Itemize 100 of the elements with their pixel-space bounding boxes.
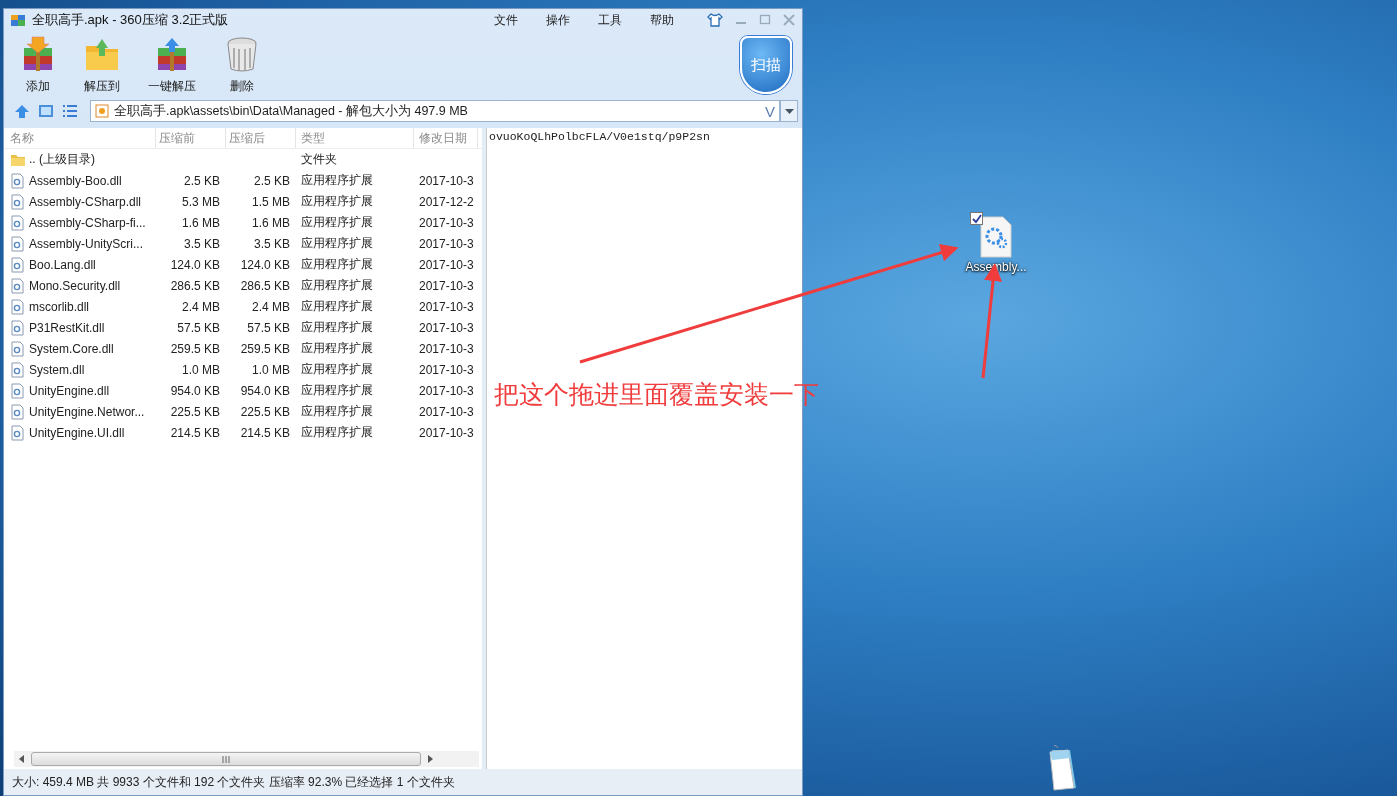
- status-bar: 大小: 459.4 MB 共 9933 个文件和 192 个文件夹 压缩率 92.3% 已经选择 1 个文件夹: [4, 769, 802, 795]
- file-row[interactable]: Assembly-CSharp.dll 5.3 MB 1.5 MB 应用程序扩展 2017-12-2: [4, 191, 482, 212]
- maximize-icon[interactable]: [758, 14, 772, 26]
- size-cell: 259.5 KB: [170, 341, 220, 356]
- up-arrow-icon[interactable]: [14, 103, 30, 119]
- menu-item[interactable]: 工具: [598, 11, 622, 29]
- size-cell: 1.5 MB: [252, 194, 290, 209]
- file-row[interactable]: mscorlib.dll 2.4 MB 2.4 MB 应用程序扩展 2017-10-3: [4, 296, 482, 317]
- type-cell: 应用程序扩展: [301, 256, 373, 273]
- app-icon: [10, 12, 26, 28]
- file-icon: [10, 277, 26, 294]
- caret-icon: [784, 108, 794, 114]
- size-cell: 57.5 KB: [247, 320, 290, 335]
- file-icon: [10, 361, 26, 378]
- file-row[interactable]: UnityEngine.UI.dll 214.5 KB 214.5 KB 应用程序扩展 2017-10-3: [4, 422, 482, 443]
- file-row[interactable]: System.dll 1.0 MB 1.0 MB 应用程序扩展 2017-10-3: [4, 359, 482, 380]
- size-cell: 1.0 MB: [182, 362, 220, 377]
- address-field[interactable]: 全职高手.apk\assets\bin\Data\Managed - 解包大小为 497.9 MB V: [90, 100, 780, 122]
- column-header[interactable]: 类型: [296, 128, 414, 148]
- close-icon[interactable]: [782, 14, 796, 26]
- trash-can-icon: [224, 35, 260, 72]
- date-cell: 2017-10-3: [419, 215, 474, 230]
- file-row[interactable]: Boo.Lang.dll 124.0 KB 124.0 KB 应用程序扩展 2017-10-3: [4, 254, 482, 275]
- horizontal-scrollbar[interactable]: [14, 751, 479, 767]
- file-row[interactable]: P31RestKit.dll 57.5 KB 57.5 KB 应用程序扩展 2017-10-3: [4, 317, 482, 338]
- type-cell: 应用程序扩展: [301, 319, 373, 336]
- size-cell: 5.3 MB: [182, 194, 220, 209]
- date-cell: 2017-10-3: [419, 257, 474, 272]
- file-icon: [10, 256, 26, 273]
- scrollbar-thumb[interactable]: [31, 752, 421, 766]
- scroll-right-icon: [427, 755, 433, 763]
- file-icon: [10, 319, 26, 336]
- checkbox[interactable]: [970, 212, 983, 225]
- type-cell: 应用程序扩展: [301, 403, 373, 420]
- size-cell: 225.5 KB: [170, 404, 220, 419]
- size-cell: 2.5 KB: [253, 173, 290, 188]
- toolbar-button[interactable]: 添加: [16, 35, 60, 95]
- file-name: Mono.Security.dll: [29, 278, 121, 293]
- dropdown-button[interactable]: [780, 100, 798, 122]
- file-icon: [10, 298, 26, 315]
- type-cell: 应用程序扩展: [301, 298, 373, 315]
- file-name: .. (上级目录): [29, 151, 95, 168]
- date-cell: 2017-10-3: [419, 320, 474, 335]
- menu-item[interactable]: 操作: [546, 11, 570, 29]
- file-name: P31RestKit.dll: [29, 320, 105, 335]
- archive-icon: [95, 104, 109, 118]
- file-row[interactable]: UnityEngine.Networ... 225.5 KB 225.5 KB 应用程序扩展 2017-10-3: [4, 401, 482, 422]
- toolbar-button[interactable]: 删除: [220, 35, 264, 95]
- type-cell: 应用程序扩展: [301, 382, 373, 399]
- toolbar-button[interactable]: 解压到: [80, 35, 124, 95]
- preview-text: ovuoKoQLhPolbcFLA/V0e1stq/p9P2sn: [488, 129, 711, 145]
- type-cell: 应用程序扩展: [301, 340, 373, 357]
- column-header[interactable]: 修改日期: [414, 128, 478, 148]
- size-cell: 286.5 KB: [170, 278, 220, 293]
- column-header[interactable]: 压缩前: [156, 128, 226, 148]
- file-row[interactable]: .. (上级目录) 文件夹: [4, 149, 482, 170]
- list-view-icon[interactable]: [62, 103, 78, 119]
- file-row[interactable]: Mono.Security.dll 286.5 KB 286.5 KB 应用程序扩展 2017-10-3: [4, 275, 482, 296]
- column-header[interactable]: 压缩后: [226, 128, 296, 148]
- type-cell: 文件夹: [301, 151, 337, 168]
- file-name: UnityEngine.UI.dll: [29, 425, 125, 440]
- toolbar-button[interactable]: 一键解压: [144, 35, 200, 95]
- file-icon: [10, 193, 26, 210]
- menu-item[interactable]: 帮助: [650, 11, 674, 29]
- file-name: System.Core.dll: [29, 341, 114, 356]
- scroll-left-icon: [19, 755, 25, 763]
- history-button[interactable]: V: [765, 102, 775, 120]
- shirt-icon[interactable]: [706, 12, 724, 28]
- file-name: Boo.Lang.dll: [29, 257, 96, 272]
- date-cell: 2017-10-3: [419, 278, 474, 293]
- size-cell: 1.0 MB: [252, 362, 290, 377]
- size-cell: 124.0 KB: [240, 257, 290, 272]
- file-name: UnityEngine.dll: [29, 383, 110, 398]
- file-row[interactable]: Assembly-UnityScri... 3.5 KB 3.5 KB 应用程序扩展 2017-10-3: [4, 233, 482, 254]
- size-cell: 3.5 KB: [183, 236, 220, 251]
- grip-icon: [222, 755, 230, 763]
- file-name: Assembly-UnityScri...: [29, 236, 144, 251]
- window-icon[interactable]: [38, 103, 54, 119]
- type-cell: 应用程序扩展: [301, 193, 373, 210]
- file-row[interactable]: System.Core.dll 259.5 KB 259.5 KB 应用程序扩展 2017-10-3: [4, 338, 482, 359]
- file-name: UnityEngine.Networ...: [29, 404, 145, 419]
- date-cell: 2017-10-3: [419, 383, 474, 398]
- file-icon: [10, 424, 26, 441]
- date-cell: 2017-10-3: [419, 236, 474, 251]
- size-cell: 2.4 MB: [182, 299, 220, 314]
- date-cell: 2017-10-3: [419, 425, 474, 440]
- type-cell: 应用程序扩展: [301, 277, 373, 294]
- checkmark-icon: [971, 213, 982, 224]
- file-icon: [10, 172, 26, 189]
- file-row[interactable]: UnityEngine.dll 954.0 KB 954.0 KB 应用程序扩展 2017-10-3: [4, 380, 482, 401]
- file-row[interactable]: Assembly-Boo.dll 2.5 KB 2.5 KB 应用程序扩展 2017-10-3: [4, 170, 482, 191]
- column-header[interactable]: 名称: [4, 128, 156, 148]
- size-cell: 124.0 KB: [170, 257, 220, 272]
- gear-file-icon: [979, 216, 1013, 258]
- file-icon: [10, 403, 26, 420]
- size-cell: 3.5 KB: [253, 236, 290, 251]
- size-cell: 225.5 KB: [240, 404, 290, 419]
- size-cell: 214.5 KB: [170, 425, 220, 440]
- file-row[interactable]: Assembly-CSharp-fi... 1.6 MB 1.6 MB 应用程序扩展 2017-10-3: [4, 212, 482, 233]
- menu-item[interactable]: 文件: [494, 11, 518, 29]
